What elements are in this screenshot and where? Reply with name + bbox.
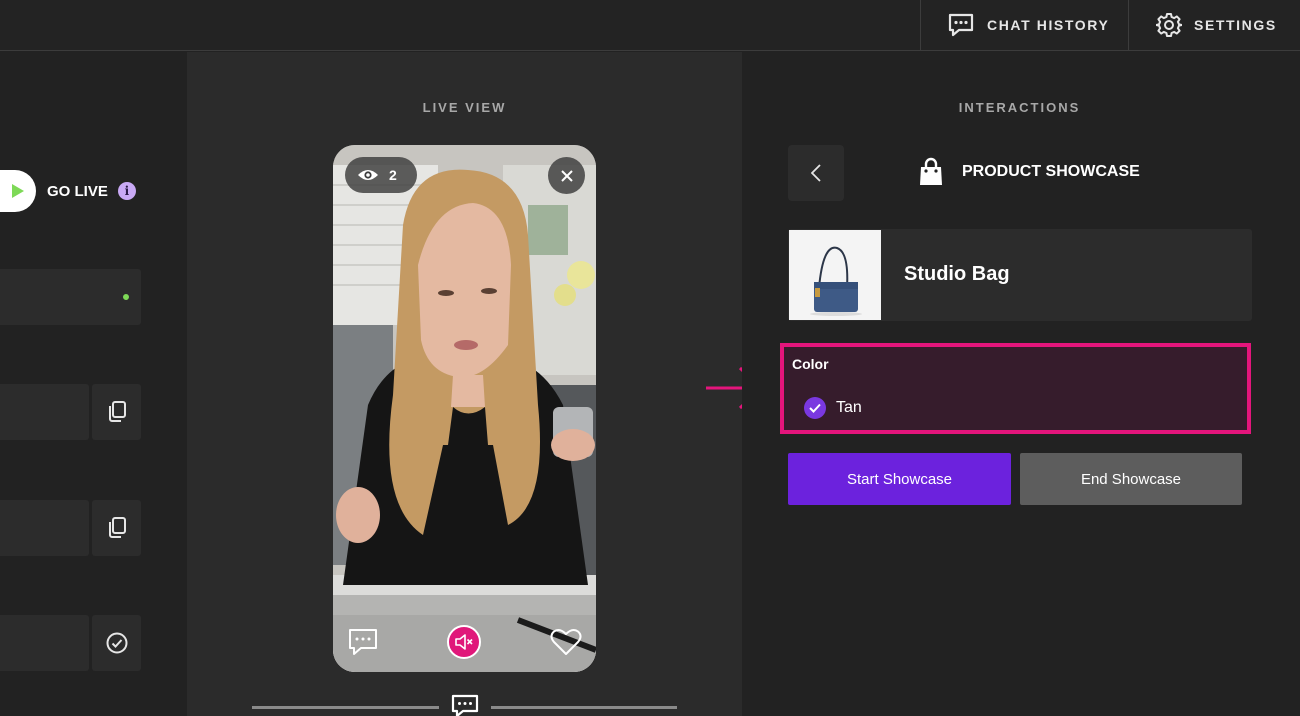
chat-history-button[interactable]: CHAT HISTORY bbox=[920, 0, 1128, 50]
live-view-heading: LIVE VIEW bbox=[422, 100, 507, 115]
go-live-row: GO LIVE i bbox=[0, 170, 136, 212]
left-panel: GO LIVE i bbox=[0, 52, 187, 716]
chat-bubble-icon bbox=[451, 694, 479, 716]
video-frame-image bbox=[333, 145, 596, 672]
confirm-button[interactable] bbox=[92, 615, 141, 671]
back-button[interactable] bbox=[788, 145, 844, 201]
interactions-heading: INTERACTIONS bbox=[958, 100, 1081, 115]
stream-status-field bbox=[0, 269, 141, 325]
top-bar: CHAT HISTORY SETTINGS bbox=[0, 0, 1300, 51]
handbag-image bbox=[810, 246, 862, 316]
stream-url-field[interactable] bbox=[0, 384, 89, 440]
chat-history-label: CHAT HISTORY bbox=[987, 17, 1110, 33]
start-showcase-button[interactable]: Start Showcase bbox=[788, 453, 1011, 505]
gear-icon bbox=[1156, 12, 1182, 38]
settings-label: SETTINGS bbox=[1194, 17, 1277, 33]
stream-setting-field[interactable] bbox=[0, 615, 89, 671]
copy-url-button[interactable] bbox=[92, 384, 141, 440]
end-showcase-button[interactable]: End Showcase bbox=[1020, 453, 1242, 505]
live-view-panel: LIVE VIEW 2 bbox=[187, 52, 742, 716]
product-name: Studio Bag bbox=[904, 263, 1010, 285]
copy-key-button[interactable] bbox=[92, 500, 141, 556]
stream-key-field[interactable] bbox=[0, 500, 89, 556]
color-label: Color bbox=[792, 356, 829, 372]
copy-icon bbox=[108, 517, 126, 538]
timeline-track-left bbox=[252, 706, 439, 709]
timeline-track-right bbox=[491, 706, 677, 709]
like-button[interactable] bbox=[549, 625, 583, 659]
go-live-button[interactable] bbox=[0, 170, 36, 212]
live-video-preview[interactable]: 2 bbox=[333, 145, 596, 672]
settings-button[interactable]: SETTINGS bbox=[1128, 0, 1300, 50]
color-variant-box: Color Tan bbox=[780, 343, 1251, 434]
chat-toggle-button[interactable] bbox=[451, 694, 479, 716]
eye-icon bbox=[358, 170, 378, 180]
product-thumbnail bbox=[789, 230, 881, 320]
color-option-tan[interactable]: Tan bbox=[804, 397, 862, 419]
go-live-label: GO LIVE bbox=[47, 182, 108, 200]
speaker-muted-icon bbox=[455, 634, 473, 650]
chevron-left-icon bbox=[811, 164, 821, 182]
copy-icon bbox=[108, 401, 126, 422]
chat-bubble-icon bbox=[349, 629, 377, 655]
status-dot bbox=[123, 294, 129, 300]
shopping-bag-icon bbox=[920, 157, 942, 185]
product-card[interactable]: Studio Bag bbox=[788, 229, 1252, 321]
close-icon bbox=[560, 169, 573, 182]
showcase-title: PRODUCT SHOWCASE bbox=[918, 157, 1140, 187]
chat-bubble-icon bbox=[947, 12, 975, 38]
info-icon[interactable]: i bbox=[117, 182, 136, 200]
heart-icon bbox=[550, 628, 582, 655]
viewer-count: 2 bbox=[389, 167, 397, 183]
close-preview-button[interactable] bbox=[548, 157, 585, 194]
checkmark-icon bbox=[804, 397, 826, 419]
interactions-panel: INTERACTIONS PRODUCT SHOWCASE Studio Bag… bbox=[742, 52, 1300, 716]
check-circle-icon bbox=[106, 632, 127, 654]
mute-button[interactable] bbox=[447, 625, 481, 659]
preview-chat-button[interactable] bbox=[346, 625, 380, 659]
color-option-label: Tan bbox=[836, 399, 862, 416]
showcase-title-label: PRODUCT SHOWCASE bbox=[962, 163, 1140, 180]
play-icon bbox=[12, 184, 24, 198]
viewer-count-badge: 2 bbox=[345, 157, 417, 193]
